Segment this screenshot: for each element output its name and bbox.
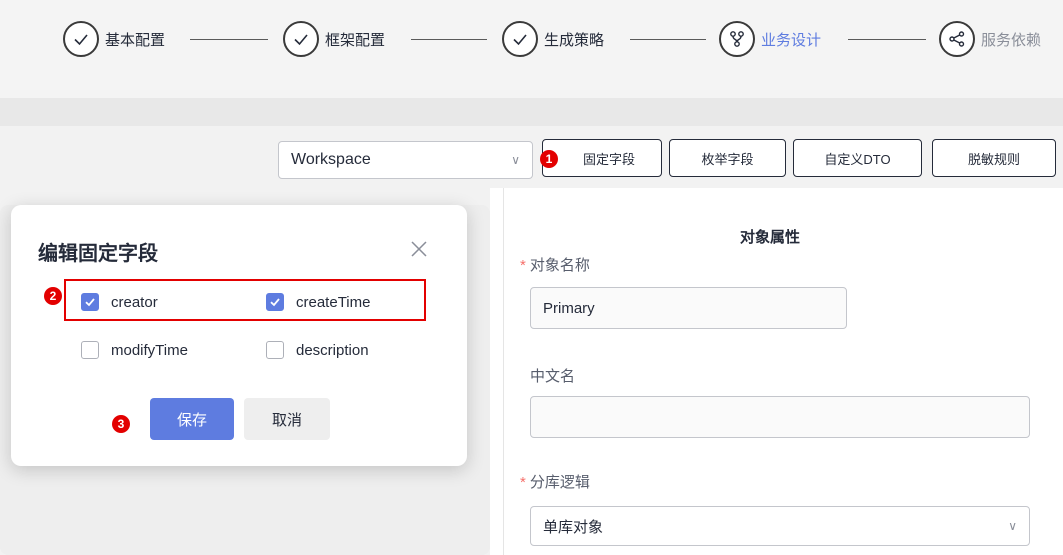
checkbox-unchecked-icon: [266, 341, 284, 359]
step-label: 框架配置: [325, 31, 386, 49]
check-icon: [502, 21, 538, 57]
fixed-fields-button[interactable]: 固定字段: [542, 139, 662, 177]
step-basic-config[interactable]: 基本配置: [63, 20, 165, 58]
step-connector: [190, 39, 268, 40]
share-icon: [939, 21, 975, 57]
annotation-badge-3: 3: [112, 415, 130, 433]
field-checkbox-description[interactable]: description: [266, 339, 369, 361]
chinese-name-label: 中文名: [530, 368, 576, 385]
object-name-label-text: 对象名称: [529, 257, 590, 274]
field-checkbox-creator[interactable]: creator: [81, 291, 158, 313]
chevron-down-icon: ∨: [511, 153, 520, 167]
masking-rules-button-label: 脱敏规则: [967, 151, 1020, 167]
check-icon: [283, 21, 319, 57]
close-icon[interactable]: [406, 236, 432, 262]
required-mark: *: [520, 474, 526, 491]
header-band: [0, 98, 1063, 126]
object-name-label: * 对象名称: [520, 254, 590, 275]
field-checkbox-modifytime[interactable]: modifyTime: [81, 339, 188, 361]
step-service-dependency[interactable]: 服务依赖: [939, 20, 1041, 58]
field-label: description: [296, 341, 369, 359]
object-properties-title: 对象属性: [740, 229, 801, 246]
sharding-select[interactable]: 单库对象 ∨: [530, 506, 1030, 546]
checkbox-checked-icon: [81, 293, 99, 311]
step-label: 业务设计: [761, 31, 822, 49]
annotation-badge-1: 1: [540, 150, 558, 168]
sharding-label-text: 分库逻辑: [529, 474, 590, 491]
step-connector: [848, 39, 926, 40]
enum-fields-button[interactable]: 枚举字段: [669, 139, 786, 177]
masking-rules-button[interactable]: 脱敏规则: [932, 139, 1056, 177]
sharding-label: * 分库逻辑: [520, 471, 590, 492]
step-generation-strategy[interactable]: 生成策略: [502, 20, 604, 58]
cancel-button[interactable]: 取消: [244, 398, 330, 440]
field-label: modifyTime: [111, 341, 188, 359]
step-label: 生成策略: [544, 31, 605, 49]
check-icon: [63, 21, 99, 57]
sharding-select-value: 单库对象: [543, 518, 604, 536]
workspace-select-value: Workspace: [291, 151, 371, 168]
chevron-down-icon: ∨: [1008, 519, 1017, 533]
step-label: 基本配置: [105, 31, 166, 49]
field-checkbox-createtime[interactable]: createTime: [266, 291, 370, 313]
chinese-name-input[interactable]: [530, 396, 1030, 438]
workspace-select[interactable]: Workspace ∨: [278, 141, 533, 179]
dialog-title: 编辑固定字段: [38, 243, 158, 265]
custom-dto-button-label: 自定义DTO: [824, 151, 891, 167]
step-connector: [411, 39, 487, 40]
checkbox-unchecked-icon: [81, 341, 99, 359]
step-label: 服务依赖: [981, 31, 1042, 49]
object-name-value: Primary: [543, 299, 595, 317]
checkbox-checked-icon: [266, 293, 284, 311]
custom-dto-button[interactable]: 自定义DTO: [793, 139, 922, 177]
annotation-badge-2: 2: [44, 287, 62, 305]
object-name-input[interactable]: Primary: [530, 287, 847, 329]
field-label: createTime: [296, 293, 371, 311]
step-business-design[interactable]: 业务设计: [719, 20, 821, 58]
field-label: creator: [111, 293, 158, 311]
step-framework-config[interactable]: 框架配置: [283, 20, 385, 58]
step-connector: [630, 39, 706, 40]
required-mark: *: [520, 257, 526, 274]
save-button[interactable]: 保存: [150, 398, 234, 440]
enum-fields-button-label: 枚举字段: [701, 151, 754, 167]
fixed-fields-button-label: 固定字段: [582, 151, 635, 167]
branch-icon: [719, 21, 755, 57]
